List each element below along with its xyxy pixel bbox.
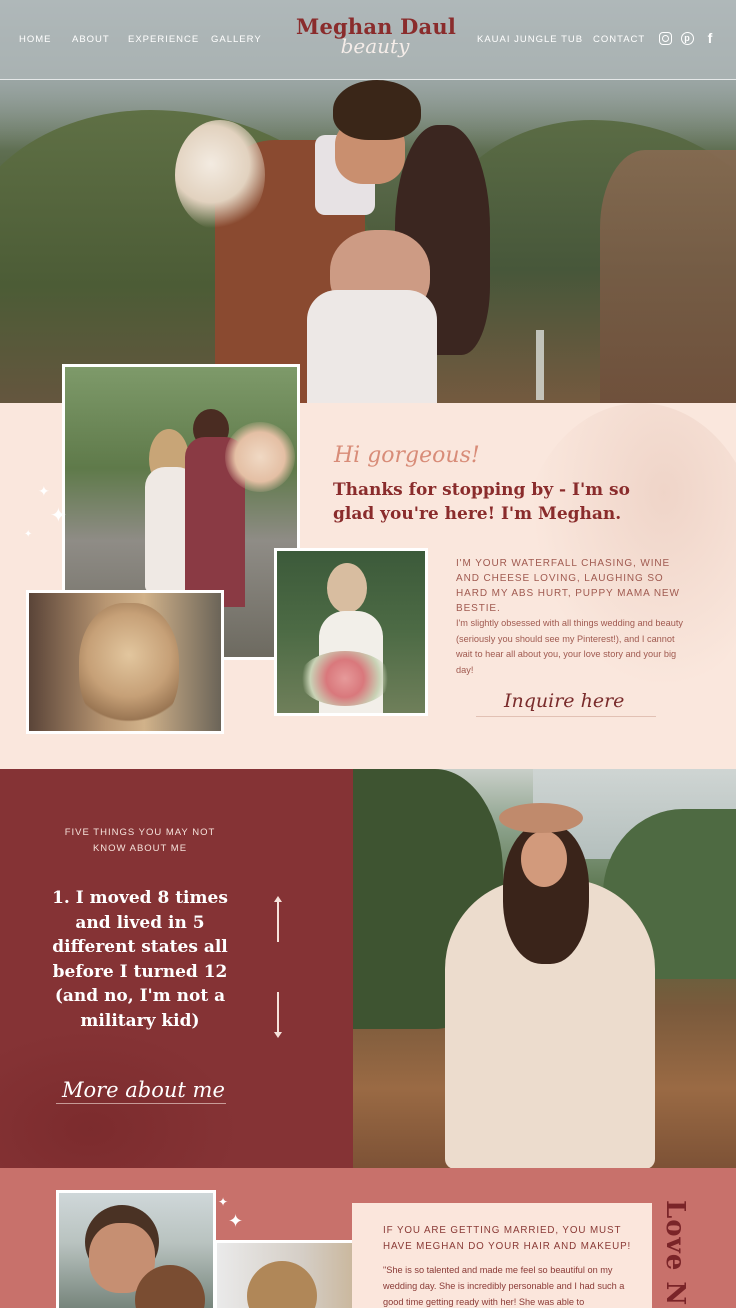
hero-cliff <box>600 150 736 403</box>
greeting-script: Hi gorgeous! <box>334 443 480 468</box>
bouquet <box>175 120 265 230</box>
inquire-underline <box>476 716 656 717</box>
hat <box>499 803 583 833</box>
inquire-link[interactable]: Inquire here <box>504 690 624 712</box>
next-fact-arrow[interactable] <box>274 992 282 1038</box>
bouquet <box>299 651 391 706</box>
sparkle-icon: ✦ <box>218 1195 229 1209</box>
facebook-icon[interactable]: f <box>702 30 718 46</box>
nav-gallery[interactable]: GALLERY <box>211 34 262 45</box>
testimonial-headline: IF YOU ARE GETTING MARRIED, YOU MUST HAV… <box>383 1225 632 1252</box>
groom-hair <box>333 80 421 140</box>
fact-text: 1. I moved 8 times and lived in 5 differ… <box>52 888 228 1031</box>
bridal-hair-photo <box>26 590 224 734</box>
styled-hair <box>247 1261 317 1308</box>
sparkle-icon: ✦ <box>38 483 50 499</box>
nav-about[interactable]: ABOUT <box>72 34 110 45</box>
couple-closeup-photo <box>56 1190 216 1308</box>
bride-dress <box>307 290 437 403</box>
love-notes-title: Love N <box>660 1200 690 1307</box>
curled-hair <box>79 603 179 731</box>
five-things-label: FIVE THINGS YOU MAY NOT KNOW ABOUT ME <box>64 827 216 854</box>
about-headline: Thanks for stopping by - I'm so glad you… <box>333 480 630 524</box>
more-about-link[interactable]: More about me <box>62 1078 225 1102</box>
more-about-underline <box>56 1103 226 1104</box>
sparkle-icon: ✦ <box>50 505 67 527</box>
pinterest-icon[interactable]: p <box>679 30 695 46</box>
nav-kauai-jungle-tub[interactable]: KAUAI JUNGLE TUB <box>477 34 583 45</box>
boho-bride-photo <box>353 769 736 1168</box>
bride-head <box>327 563 367 613</box>
previous-fact-arrow[interactable] <box>274 896 282 942</box>
top-nav: HOME ABOUT EXPERIENCE GALLERY Meghan Dau… <box>0 0 736 80</box>
hero-waterfall <box>536 330 544 400</box>
woman-face <box>521 831 567 887</box>
logo-script: beauty <box>340 34 410 58</box>
instagram-icon[interactable] <box>657 30 673 46</box>
nav-divider <box>0 79 736 80</box>
nav-contact[interactable]: CONTACT <box>593 34 645 45</box>
about-caps-intro: I'M YOUR WATERFALL CHASING, WINE AND CHE… <box>456 558 680 614</box>
bride-portrait-photo <box>274 548 428 716</box>
nav-experience[interactable]: EXPERIENCE <box>128 34 199 45</box>
bouquet <box>225 422 295 492</box>
hero-couple <box>175 80 495 403</box>
sparkle-icon: ✦ <box>24 529 33 540</box>
about-body: I'm slightly obsessed with all things we… <box>456 618 683 675</box>
testimonial-quote: "She is so talented and made me feel so … <box>383 1265 625 1307</box>
nav-home[interactable]: HOME <box>19 34 52 45</box>
hair-styling-photo <box>214 1240 362 1308</box>
sparkle-icon: ✦ <box>228 1211 244 1231</box>
